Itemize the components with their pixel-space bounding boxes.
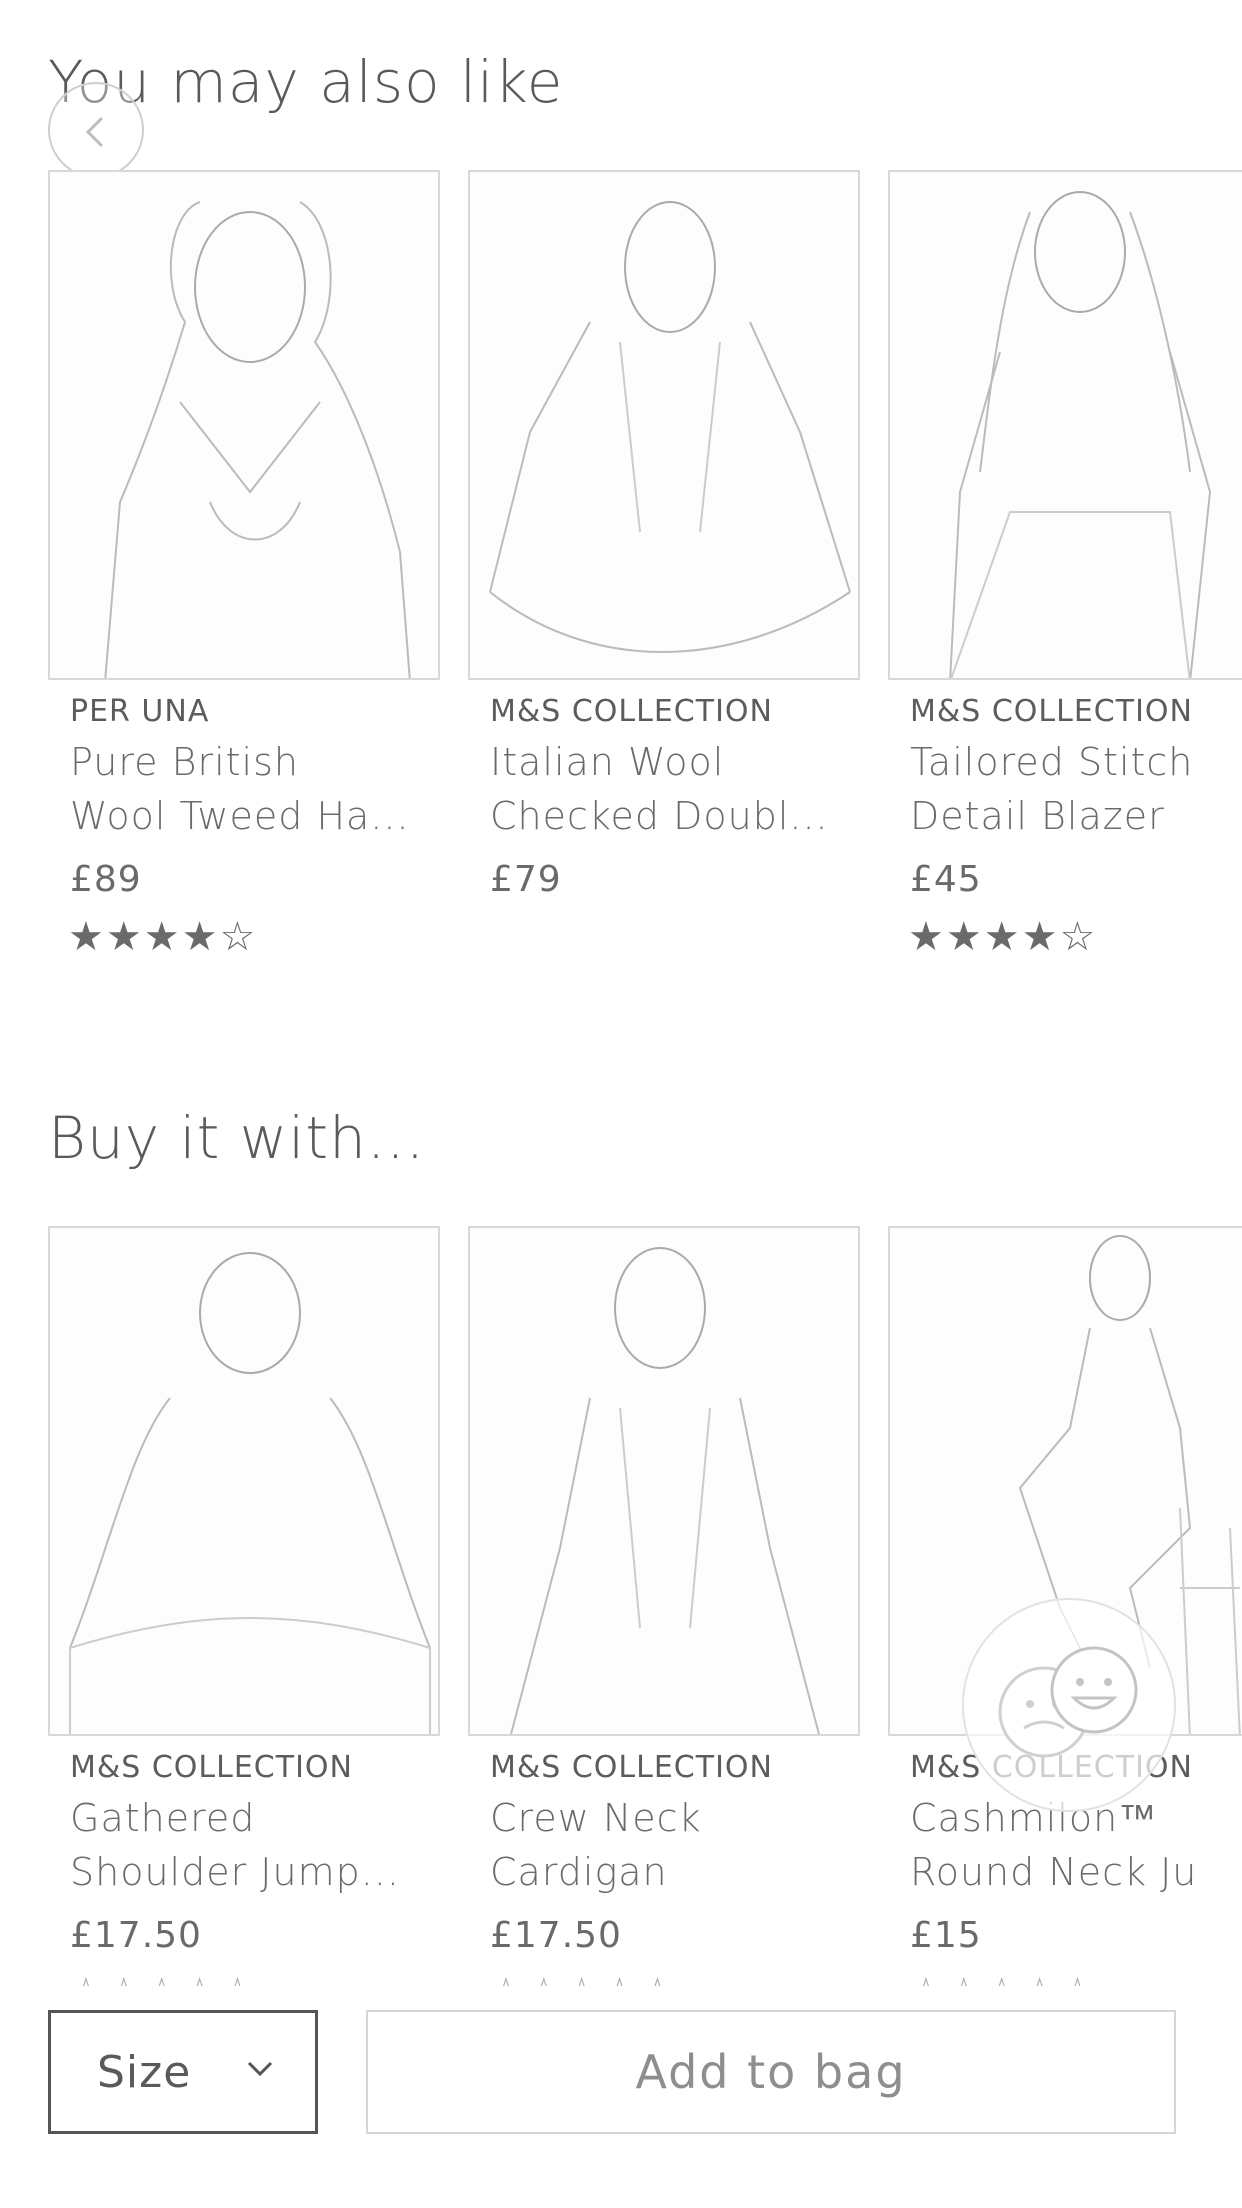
product-rating: ☆☆☆☆☆	[488, 1970, 860, 1986]
product-brand: PER UNA	[70, 694, 210, 729]
product-card[interactable]: PER UNA Pure British Wool Tweed Ha... £8…	[48, 170, 440, 964]
product-image[interactable]	[48, 170, 440, 680]
product-price: £89	[70, 859, 142, 900]
product-rating: ★★★★☆	[68, 914, 258, 960]
product-price: £15	[910, 1915, 982, 1956]
carousel-you-may-also-like[interactable]: PER UNA Pure British Wool Tweed Ha... £8…	[48, 170, 1242, 1070]
add-to-bag-label: Add to bag	[635, 2045, 907, 2099]
size-select[interactable]: Size	[48, 2010, 318, 2134]
add-to-bag-button[interactable]: Add to bag	[366, 2010, 1176, 2134]
back-button[interactable]	[48, 82, 144, 178]
product-price: £45	[910, 859, 982, 900]
product-card[interactable]: M&S COLLECTION Crew Neck Cardigan £17.50…	[468, 1226, 860, 1986]
product-brand: M&S COLLECTION	[490, 1750, 773, 1785]
product-price: £17.50	[70, 1915, 202, 1956]
bottom-action-bar: Size Add to bag	[0, 1990, 1242, 2208]
chevron-left-icon	[85, 116, 104, 148]
product-image[interactable]	[888, 170, 1242, 680]
chevron-down-icon	[247, 2061, 273, 2077]
product-rating: ☆☆☆☆☆	[908, 1970, 1242, 1986]
product-card[interactable]: M&S COLLECTION Gathered Shoulder Jump...…	[48, 1226, 440, 1986]
product-card[interactable]: M&S COLLECTION Tailored Stitch Detail Bl…	[888, 170, 1242, 964]
product-image[interactable]	[48, 1226, 440, 1736]
product-brand: M&S COLLECTION	[70, 1750, 353, 1785]
product-price: £17.50	[490, 1915, 622, 1956]
product-brand: M&S COLLECTION	[910, 694, 1193, 729]
product-name[interactable]: Italian Wool Checked Doubl...	[490, 735, 860, 843]
product-rating	[488, 914, 860, 964]
product-price: £79	[490, 859, 562, 900]
product-name[interactable]: Crew Neck Cardigan	[490, 1791, 860, 1899]
product-name[interactable]: Pure British Wool Tweed Ha...	[70, 735, 440, 843]
section-title-buy-it-with: Buy it with...	[48, 1104, 426, 1172]
product-name[interactable]: Gathered Shoulder Jump...	[70, 1791, 440, 1899]
size-select-label: Size	[97, 2046, 192, 2098]
chat-button[interactable]	[962, 1598, 1176, 1812]
product-name[interactable]: Tailored Stitch Detail Blazer	[910, 735, 1242, 843]
product-image[interactable]	[468, 1226, 860, 1736]
chat-faces-icon	[998, 1646, 1138, 1758]
product-rating: ★★★★☆	[908, 914, 1098, 960]
product-card[interactable]: M&S COLLECTION Italian Wool Checked Doub…	[468, 170, 860, 964]
product-brand: M&S COLLECTION	[490, 694, 773, 729]
product-image[interactable]	[468, 170, 860, 680]
product-rating: ☆☆☆☆☆	[68, 1970, 440, 1986]
